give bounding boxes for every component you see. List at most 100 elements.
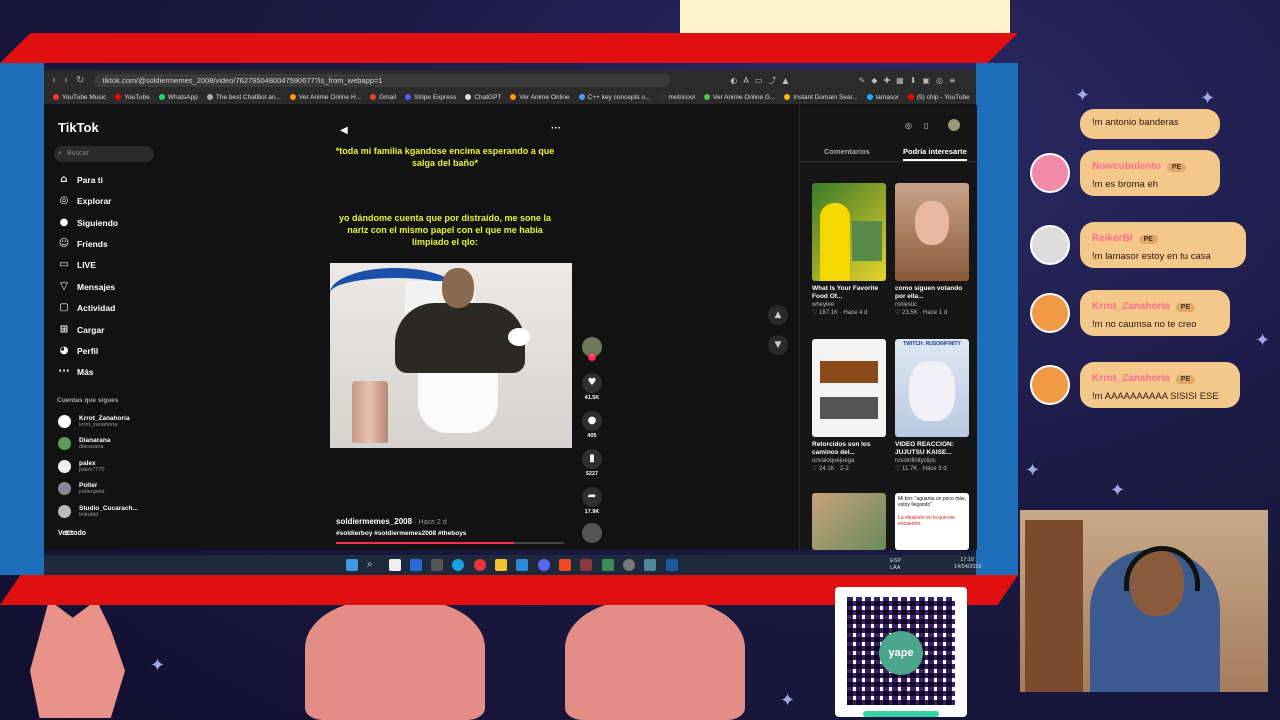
forward-icon[interactable]: ›	[64, 75, 68, 86]
bookmark[interactable]: The best ChatBot an...	[206, 94, 281, 101]
video-progress[interactable]	[336, 542, 564, 544]
cast-icon[interactable]: ▭	[755, 76, 763, 85]
bookmark[interactable]: metricool	[659, 94, 695, 101]
file-icon[interactable]	[389, 559, 401, 571]
extension-icon[interactable]: ◆	[871, 76, 877, 85]
app-icon[interactable]	[474, 559, 486, 571]
bookmark[interactable]: Gmail	[370, 94, 396, 101]
vscode-icon[interactable]	[516, 559, 528, 571]
following-account[interactable]: Polter poltergeist	[58, 482, 104, 495]
translate-icon[interactable]: A	[743, 76, 748, 85]
nav-perfil[interactable]: ◕ Perfil	[58, 345, 99, 357]
recommended-video[interactable]	[812, 493, 886, 550]
account-handle: krrot_zanahoria	[79, 422, 118, 428]
nav-mas[interactable]: ··· Más	[58, 366, 93, 378]
sidebar-icon[interactable]: ▦	[896, 76, 904, 85]
image-grid	[820, 361, 878, 383]
like-button[interactable]: ♥ 41.5K	[580, 373, 604, 401]
comment-button[interactable]: ● 405	[580, 411, 604, 439]
back-icon[interactable]: ‹	[52, 75, 56, 86]
widgets-icon[interactable]	[410, 559, 422, 571]
app-icon[interactable]	[431, 559, 443, 571]
bookmark[interactable]: YouTube Music	[53, 94, 106, 101]
frame-left	[0, 63, 44, 575]
following-account[interactable]: Dianarana dianarana	[58, 437, 110, 450]
bookmark[interactable]: ChatGPT	[465, 94, 501, 101]
nav-mensajes[interactable]: ▽ Mensajes	[58, 281, 115, 293]
nav-cargar[interactable]: ⊞ Cargar	[58, 324, 105, 336]
video-author[interactable]: soldiermemes_2008 · Hace 2 d	[336, 517, 447, 526]
nav-para-ti[interactable]: ⌂ Para ti	[58, 174, 103, 186]
url-field[interactable]: tiktok.com/@soldiermemes_2008/video/7627…	[94, 73, 671, 87]
chat-bubble: Krrot_Zanahoria PE !m no caumsa no te creo	[1080, 290, 1230, 336]
bookmark[interactable]: Ver Anime Online	[510, 94, 570, 101]
folder-icon[interactable]	[495, 559, 507, 571]
app-icon[interactable]	[644, 559, 656, 571]
app-icon[interactable]	[602, 559, 614, 571]
discord-icon[interactable]	[538, 559, 550, 571]
bookmark[interactable]: lamasor	[866, 94, 899, 101]
video-player[interactable]: *toda mi familia kgandose encima esperan…	[330, 105, 572, 550]
country-badge: PE	[1138, 235, 1158, 244]
chevron-down-icon: ▼	[774, 340, 782, 350]
author-name: soldiermemes_2008	[336, 517, 413, 526]
steam-icon[interactable]	[666, 559, 678, 571]
recommended-video[interactable]: TWITCH: RUSOINFINITY VIDEO REACCIÓN: JUJ…	[895, 339, 969, 472]
following-account[interactable]: palex palex7770	[58, 460, 104, 473]
video-hashtags[interactable]: #soldierboy #soldiermemes2008 #theboys	[336, 530, 466, 537]
account-name: Dianarana	[79, 437, 111, 444]
recommended-video[interactable]: What Is Your Favorite Food Of... wheylee…	[812, 183, 886, 316]
bookmark[interactable]: Stripe Express	[405, 94, 456, 101]
menu-icon[interactable]: ≡	[949, 76, 956, 85]
sound-button[interactable]	[580, 523, 604, 543]
profile-avatar[interactable]	[948, 119, 960, 131]
tab-comments[interactable]: Comentarios	[824, 147, 870, 156]
app-icon[interactable]	[580, 559, 592, 571]
recommended-video[interactable]: Mi bro: "aguanta un poco más, estoy lleg…	[895, 493, 969, 550]
bookmark[interactable]: Instant Domain Sear...	[784, 94, 858, 101]
bookmark[interactable]: Ver Anime Online G...	[703, 94, 775, 101]
puzzle-icon[interactable]: ✚	[883, 76, 890, 85]
clock[interactable]: 17:10 14/04/2026	[954, 557, 982, 571]
bookmark[interactable]: C++ key concepts o...	[578, 94, 651, 101]
tiktok-logo[interactable]: TikTok	[58, 120, 99, 135]
device-icon[interactable]: ▯	[924, 121, 928, 130]
share-icon[interactable]: ⤴	[768, 75, 776, 86]
nav-friends[interactable]: ☺ Friends	[58, 238, 108, 250]
bookmark[interactable]: (9) chip - YouTube	[907, 94, 970, 101]
vpn-icon[interactable]: ◎	[936, 76, 943, 85]
bookmark[interactable]: Ver Anime Online H...	[289, 94, 361, 101]
language-indicator[interactable]: ESP LAA	[890, 558, 904, 572]
recommended-video[interactable]: Retorcidos son los caminos del... unvalo…	[812, 339, 886, 472]
author-avatar-button[interactable]: +	[580, 337, 604, 361]
follow-plus-icon[interactable]: +	[588, 353, 596, 361]
windows-start-icon[interactable]	[346, 559, 358, 571]
brave-icon[interactable]: ▲	[782, 76, 788, 85]
save-button[interactable]: ▮ 5227	[580, 449, 604, 477]
recommended-video[interactable]: como siguen votando por ella... molestic…	[895, 183, 969, 316]
nav-siguiendo[interactable]: ● Siguiendo	[58, 217, 118, 229]
following-account[interactable]: Studio_Cucarach... lmlnddd	[58, 505, 138, 518]
share-button[interactable]: ➦ 17.9K	[580, 487, 604, 515]
bookmark[interactable]: YouTube	[115, 94, 150, 101]
reload-icon[interactable]: ↻	[76, 75, 84, 86]
brave-icon[interactable]	[559, 559, 571, 571]
bookmark[interactable]: WhatsApp	[158, 94, 198, 101]
search-input[interactable]: ⌕ Buscar	[54, 146, 154, 162]
nav-explorar[interactable]: ◎ Explorar	[58, 195, 112, 207]
tab-might-interest[interactable]: Podría interesarte	[903, 147, 967, 161]
search-icon[interactable]: ⌕	[367, 559, 379, 571]
nav-live[interactable]: ▭ LIVE	[58, 259, 96, 271]
edge-icon[interactable]	[452, 559, 464, 571]
compass-icon[interactable]: ◎	[905, 121, 912, 130]
wallet-icon[interactable]: ▣	[922, 76, 930, 85]
settings-icon[interactable]	[623, 559, 635, 571]
next-video-button[interactable]: ▼	[768, 335, 788, 355]
extension-icon[interactable]: ◐	[730, 76, 737, 85]
download-icon[interactable]: ⬇	[910, 76, 917, 85]
following-account[interactable]: Krrot_Zanahoria krrot_zanahoria	[58, 415, 130, 428]
nav-actividad[interactable]: ▢ Actividad	[58, 302, 115, 314]
pen-icon[interactable]: ✎	[859, 76, 866, 85]
star-icon: ✦	[1110, 480, 1126, 501]
previous-video-button[interactable]: ▲	[768, 305, 788, 325]
